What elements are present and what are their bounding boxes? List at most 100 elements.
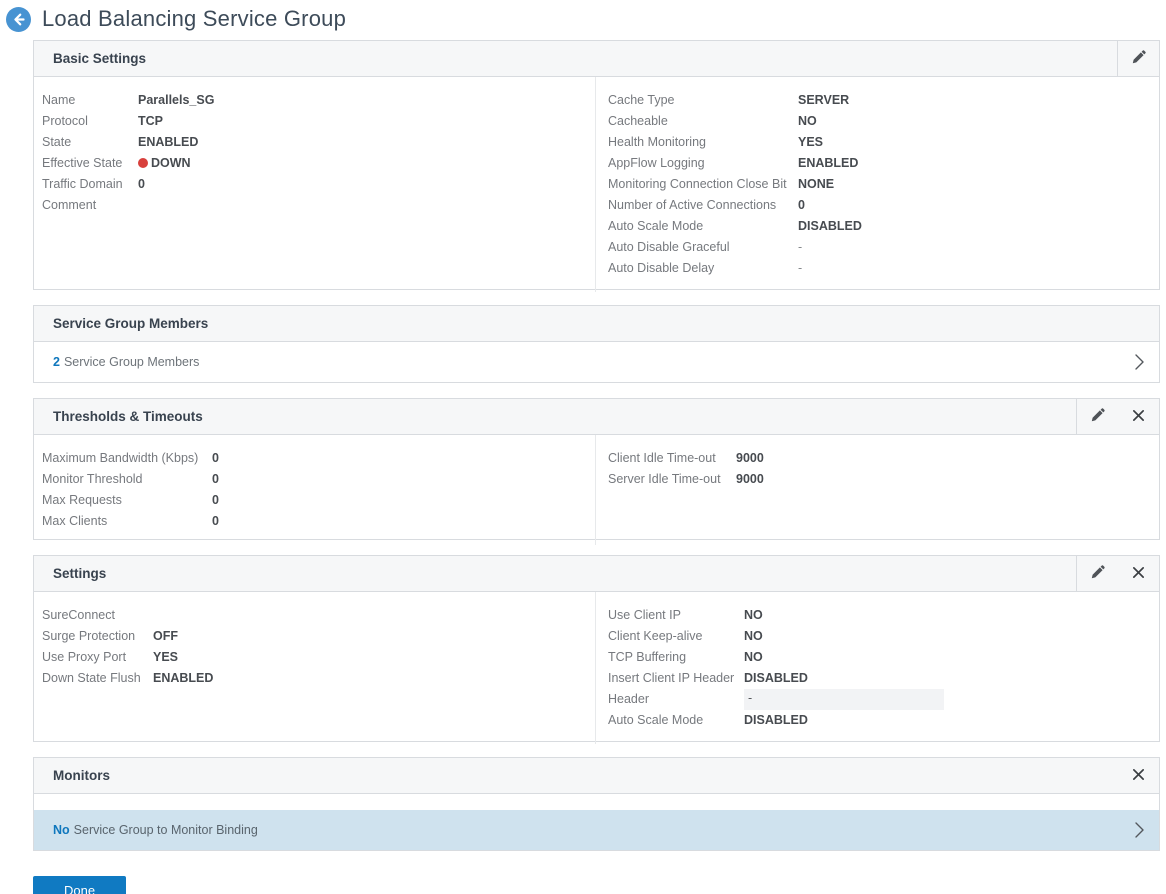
field-label: Maximum Bandwidth (Kbps): [42, 448, 212, 469]
field-row: Effective StateDOWN: [42, 153, 595, 174]
field-label: Auto Scale Mode: [608, 216, 798, 237]
field-row: Maximum Bandwidth (Kbps)0: [42, 448, 595, 469]
field-value: 0: [212, 511, 219, 532]
page-header: Load Balancing Service Group: [0, 0, 1166, 40]
field-label: Traffic Domain: [42, 174, 138, 195]
chevron-right-icon: [1134, 353, 1145, 371]
field-value: DISABLED: [744, 668, 808, 689]
monitors-panel: Monitors No Service Group to Monitor Bin…: [33, 757, 1160, 851]
field-row: Insert Client IP HeaderDISABLED: [608, 668, 1159, 689]
header-value-field: -: [744, 689, 944, 710]
edit-basic-settings-button[interactable]: [1118, 41, 1159, 76]
panel-title: Thresholds & Timeouts: [53, 409, 203, 424]
effective-state-value: DOWN: [138, 153, 191, 174]
field-value: OFF: [153, 626, 178, 647]
edit-icon: [1090, 407, 1106, 426]
field-row: NameParallels_SG: [42, 90, 595, 111]
panel-title: Basic Settings: [53, 51, 146, 66]
field-label: Use Client IP: [608, 605, 744, 626]
field-label: Number of Active Connections: [608, 195, 798, 216]
panel-title: Monitors: [53, 768, 110, 783]
field-row: Header-: [608, 689, 1159, 710]
field-value: ENABLED: [138, 132, 198, 153]
field-value: DISABLED: [744, 710, 808, 731]
field-row: ProtocolTCP: [42, 111, 595, 132]
thresholds-timeouts-panel: Thresholds & Timeouts M: [33, 398, 1160, 540]
back-icon: [6, 7, 31, 32]
field-value: ENABLED: [153, 668, 213, 689]
field-label: Down State Flush: [42, 668, 153, 689]
field-label: Cacheable: [608, 111, 798, 132]
edit-icon: [1090, 564, 1106, 583]
monitors-header: Monitors: [34, 758, 1159, 794]
field-label: AppFlow Logging: [608, 153, 798, 174]
field-row: Surge ProtectionOFF: [42, 626, 595, 647]
field-label: Max Requests: [42, 490, 212, 511]
thresholds-timeouts-header: Thresholds & Timeouts: [34, 399, 1159, 435]
field-value: ENABLED: [798, 153, 858, 174]
close-settings-button[interactable]: [1118, 556, 1159, 591]
field-row: Client Keep-aliveNO: [608, 626, 1159, 647]
field-label: Use Proxy Port: [42, 647, 153, 668]
load-balancing-service-group-page: Load Balancing Service Group Basic Setti…: [0, 0, 1166, 894]
settings-header: Settings: [34, 556, 1159, 592]
field-value: -: [798, 237, 802, 258]
field-row: Comment: [42, 195, 595, 216]
chevron-right-icon: [1134, 821, 1145, 839]
field-label: Auto Disable Delay: [608, 258, 798, 279]
service-group-members-link[interactable]: 2 Service Group Members: [34, 342, 1159, 382]
field-row: CacheableNO: [608, 111, 1159, 132]
close-icon: [1132, 409, 1145, 425]
field-row: Server Idle Time-out9000: [608, 469, 1159, 490]
field-row: Traffic Domain0: [42, 174, 595, 195]
field-label: Client Keep-alive: [608, 626, 744, 647]
field-label: Health Monitoring: [608, 132, 798, 153]
field-value: DISABLED: [798, 216, 862, 237]
field-value: NONE: [798, 174, 834, 195]
field-value: NO: [744, 605, 763, 626]
field-row: Use Proxy PortYES: [42, 647, 595, 668]
basic-settings-panel: Basic Settings NameParallels_SG Protocol…: [33, 40, 1160, 290]
field-value: TCP: [138, 111, 163, 132]
field-label: State: [42, 132, 138, 153]
close-thresholds-button[interactable]: [1118, 399, 1159, 434]
field-value: -: [798, 258, 802, 279]
field-label: Server Idle Time-out: [608, 469, 736, 490]
field-label: SureConnect: [42, 605, 153, 626]
field-row: Monitor Threshold0: [42, 469, 595, 490]
field-row: Auto Disable Delay-: [608, 258, 1159, 279]
field-value: 0: [212, 490, 219, 511]
field-row: Monitoring Connection Close BitNONE: [608, 174, 1159, 195]
monitor-binding-link[interactable]: No Service Group to Monitor Binding: [34, 810, 1159, 850]
field-value: 0: [798, 195, 805, 216]
basic-settings-header: Basic Settings: [34, 41, 1159, 77]
field-row: Max Requests0: [42, 490, 595, 511]
field-label: Header: [608, 689, 744, 710]
field-row: Health MonitoringYES: [608, 132, 1159, 153]
service-group-members-panel: Service Group Members 2 Service Group Me…: [33, 305, 1160, 383]
field-row: Cache TypeSERVER: [608, 90, 1159, 111]
field-row: StateENABLED: [42, 132, 595, 153]
field-value: 0: [138, 174, 145, 195]
field-row: Number of Active Connections0: [608, 195, 1159, 216]
service-group-members-header: Service Group Members: [34, 306, 1159, 342]
field-label: Cache Type: [608, 90, 798, 111]
field-value: 0: [212, 469, 219, 490]
settings-panel: Settings SureConnect: [33, 555, 1160, 742]
edit-settings-button[interactable]: [1077, 556, 1118, 591]
field-value: 0: [212, 448, 219, 469]
field-value: NO: [744, 626, 763, 647]
field-value: 9000: [736, 448, 764, 469]
field-row: Auto Scale ModeDISABLED: [608, 710, 1159, 731]
edit-icon: [1131, 49, 1147, 68]
field-row: TCP BufferingNO: [608, 647, 1159, 668]
edit-thresholds-button[interactable]: [1077, 399, 1118, 434]
back-button[interactable]: [6, 7, 31, 32]
field-label: Insert Client IP Header: [608, 668, 744, 689]
field-label: Effective State: [42, 153, 138, 174]
page-title: Load Balancing Service Group: [42, 6, 346, 32]
close-monitors-button[interactable]: [1118, 758, 1159, 793]
field-value: Parallels_SG: [138, 90, 214, 111]
done-button[interactable]: Done: [33, 876, 126, 894]
close-icon: [1132, 566, 1145, 582]
